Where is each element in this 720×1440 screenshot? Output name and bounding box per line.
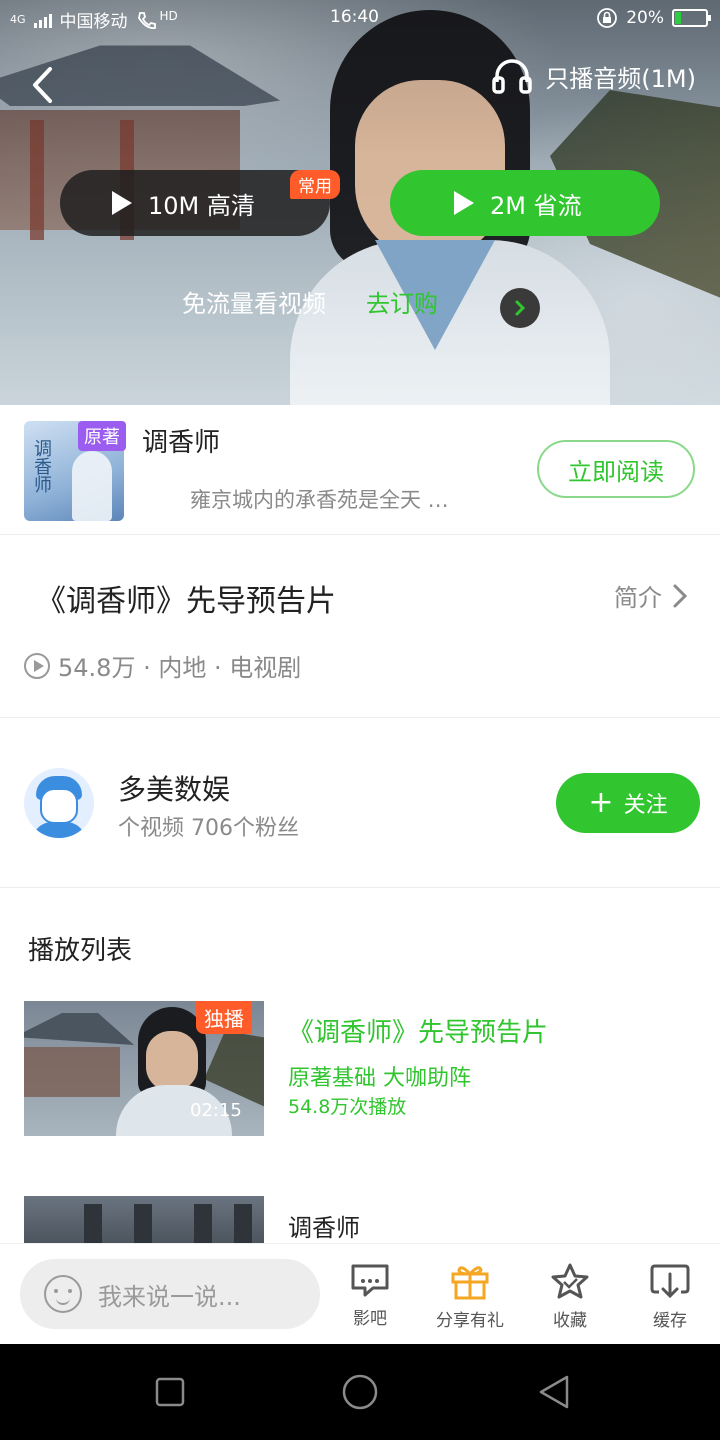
chat-bubble-icon — [351, 1264, 389, 1297]
novel-title: 调香师 — [142, 428, 221, 458]
clock: 16:40 — [330, 7, 379, 27]
hd-label: HD — [159, 8, 178, 23]
playlist-heading: 播放列表 — [28, 936, 133, 966]
rotation-lock-icon — [597, 8, 618, 28]
status-bar: 4G 中国移动 HD 16:40 20% — [0, 0, 720, 36]
free-data-promo[interactable]: 免流量看视频 去订购 — [182, 284, 438, 319]
quality-save-label: 2M 省流 — [490, 191, 582, 220]
comment-placeholder: 我来说一说... — [98, 1282, 241, 1311]
chevron-right-icon — [673, 584, 688, 607]
hd-call-icon — [137, 11, 156, 29]
exclusive-badge: 独播 — [196, 1001, 252, 1034]
intro-label: 简介 — [614, 584, 662, 612]
video-title: 《调香师》先导预告片 — [36, 584, 336, 619]
tab-label: 缓存 — [653, 1311, 687, 1331]
back-button[interactable] — [24, 62, 60, 108]
quality-hd-label: 10M 高清 — [148, 191, 255, 220]
tab-label: 影吧 — [353, 1309, 387, 1329]
video-detail-page: 4G 中国移动 HD 16:40 20% 只播音频(1M) 10M 高清 常用 … — [0, 0, 720, 1440]
uploader-name[interactable]: 多美数娱 — [118, 768, 230, 808]
novel-cover-title: 调香师 — [31, 439, 52, 493]
quality-save-button[interactable]: 2M 省流 — [390, 170, 660, 236]
playlist-item-plays: 54.8万次播放 — [288, 1096, 407, 1118]
play-icon — [112, 191, 132, 215]
free-data-text: 免流量看视频 — [182, 290, 326, 318]
free-data-link[interactable]: 去订购 — [366, 284, 438, 319]
follow-button[interactable]: + 关注 — [556, 773, 700, 833]
original-novel-badge: 原著 — [78, 421, 126, 451]
circle-icon — [342, 1374, 378, 1410]
playlist-item-thumbnail[interactable] — [24, 1196, 264, 1246]
play-icon — [454, 191, 474, 215]
free-data-arrow-button[interactable] — [500, 288, 540, 328]
tab-cache[interactable]: 缓存 — [625, 1262, 715, 1331]
emoji-icon[interactable] — [44, 1275, 82, 1313]
audio-only-label: 只播音频(1M) — [545, 64, 696, 93]
square-icon — [155, 1377, 185, 1407]
gift-icon — [451, 1266, 489, 1300]
home-button[interactable] — [340, 1372, 380, 1412]
headphones-icon — [492, 59, 533, 94]
tab-share-gift[interactable]: 分享有礼 — [425, 1262, 515, 1331]
intro-link[interactable]: 简介 — [614, 578, 688, 613]
uploader-avatar[interactable] — [24, 768, 94, 838]
video-meta-text: 54.8万 · 内地 · 电视剧 — [58, 654, 302, 682]
plus-icon: + — [588, 785, 614, 820]
chevron-right-icon — [515, 300, 526, 316]
signal-icon — [33, 12, 52, 28]
play-count-icon — [24, 652, 50, 679]
system-back-button[interactable] — [534, 1372, 574, 1412]
video-info — [0, 536, 720, 718]
battery-percent: 20% — [626, 8, 664, 28]
back-arrow-icon — [33, 67, 52, 103]
triangle-back-icon — [539, 1375, 569, 1409]
follow-label: 关注 — [623, 793, 668, 818]
tab-label: 收藏 — [553, 1311, 587, 1331]
novel-description: 雍京城内的承香苑是全天 … — [190, 488, 449, 512]
read-now-button[interactable]: 立即阅读 — [537, 440, 695, 498]
playlist-item-title[interactable]: 调香师 — [288, 1208, 360, 1243]
audio-only-button[interactable]: 只播音频(1M) — [491, 58, 696, 94]
battery-icon — [672, 9, 711, 27]
carrier-name: 中国移动 — [59, 12, 128, 32]
recent-apps-button[interactable] — [150, 1372, 190, 1412]
uploader-stats: 个视频 706个粉丝 — [118, 816, 299, 841]
tab-yingba[interactable]: 影吧 — [325, 1262, 415, 1329]
video-duration: 02:15 — [190, 1100, 242, 1121]
star-icon — [551, 1263, 589, 1299]
tab-favorite[interactable]: 收藏 — [525, 1262, 615, 1331]
comment-input[interactable]: 我来说一说... — [20, 1259, 320, 1329]
download-icon — [650, 1264, 690, 1299]
playlist-item-subtitle: 原著基础 大咖助阵 — [288, 1066, 471, 1091]
playlist-item-title[interactable]: 《调香师》先导预告片 — [288, 1012, 548, 1049]
tab-label: 分享有礼 — [436, 1311, 504, 1331]
network-type: 4G — [10, 13, 26, 26]
common-badge: 常用 — [290, 170, 340, 199]
video-meta: 54.8万 · 内地 · 电视剧 — [24, 648, 301, 683]
